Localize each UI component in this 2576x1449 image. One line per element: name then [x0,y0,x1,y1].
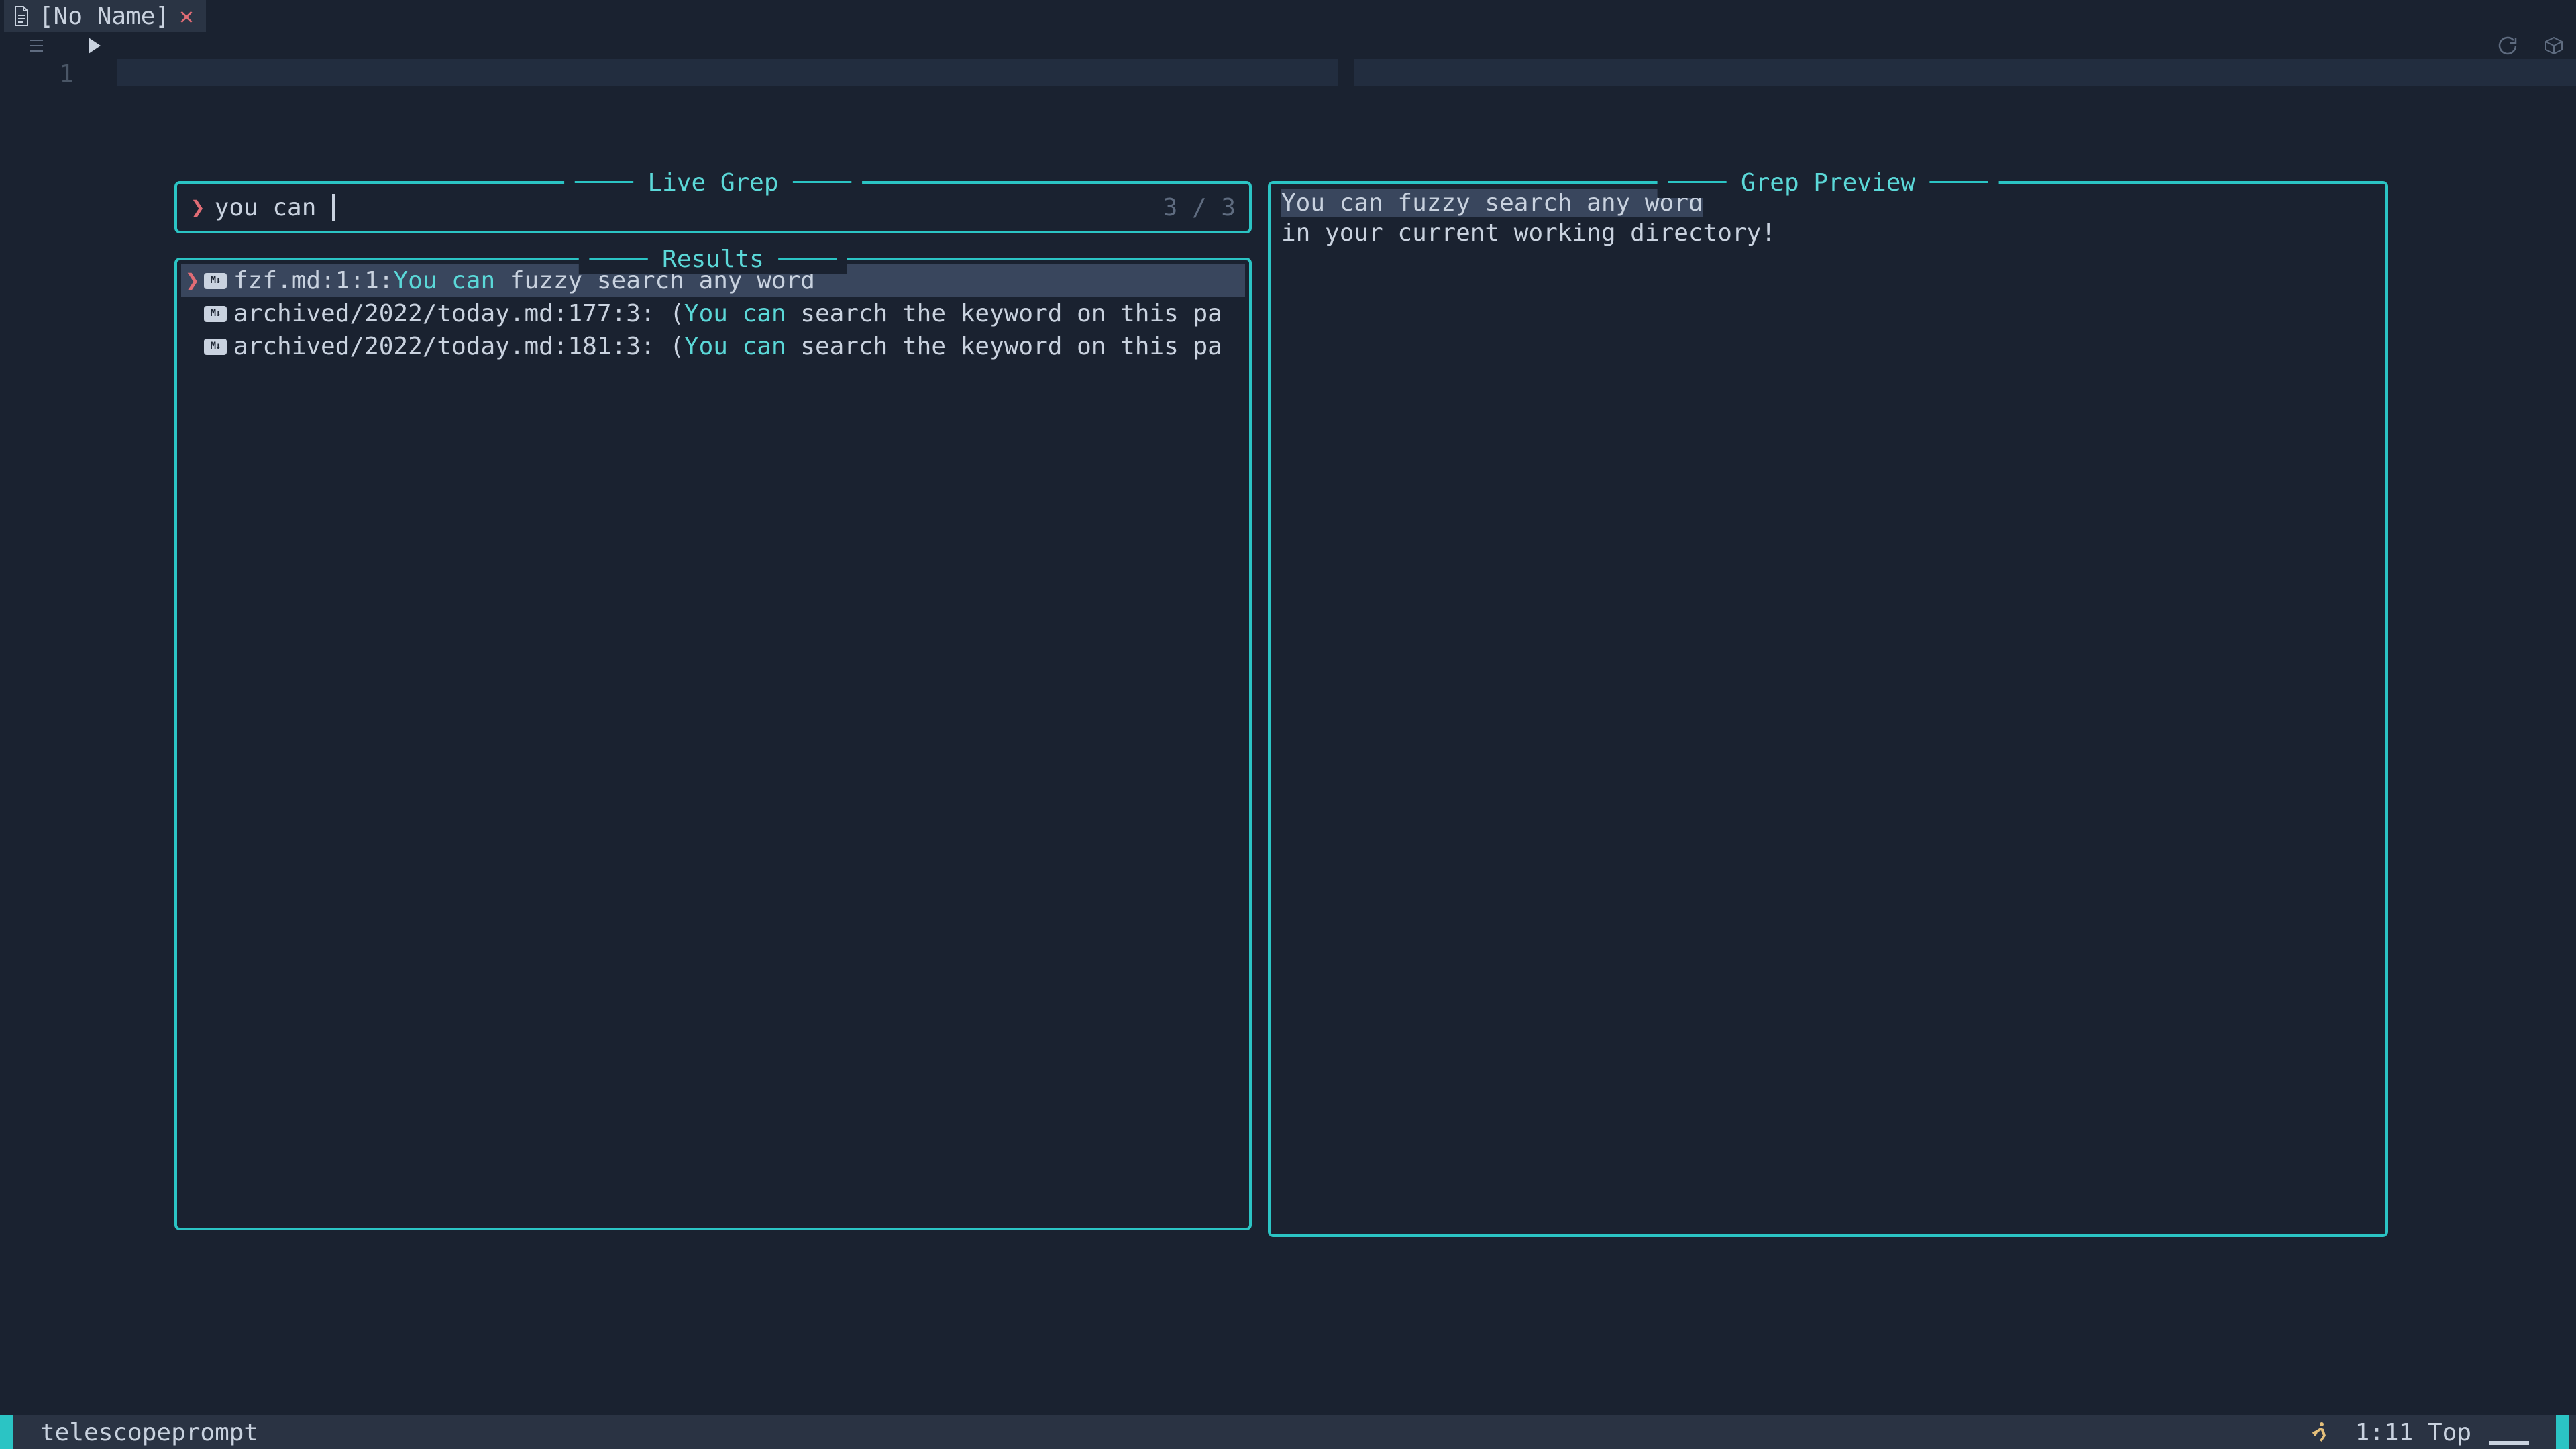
result-path: archived/2022/today.md:181:3: ( [233,331,684,362]
document-icon [13,6,30,26]
buffer-left [117,59,1338,86]
result-path: fzf.md:1:1: [233,266,393,296]
selection-caret-icon [185,299,204,329]
markdown-icon: M↓ [204,339,227,355]
line-number: 1 [0,59,101,86]
live-grep-prompt-panel: ──── Live Grep ──── ❯ you can 3 / 3 [174,181,1252,233]
results-panel: ──── Results ──── ❯M↓fzf.md:1:1:You can … [174,258,1252,1230]
text-cursor [332,194,335,221]
tab-title: [No Name] [39,1,170,32]
mode-text: telescopeprompt [40,1417,258,1448]
buffer-right [1354,59,2576,86]
markdown-icon: M↓ [204,273,227,289]
tab-bar: [No Name] ✕ [0,0,2576,32]
result-count: 3 / 3 [1163,193,1236,223]
result-context: search the keyword on this pa [786,299,1222,329]
refresh-icon[interactable] [2497,36,2517,56]
mode-indicator [0,1415,13,1449]
tab-no-name[interactable]: [No Name] ✕ [4,0,206,32]
result-path: archived/2022/today.md:177:3: ( [233,299,684,329]
result-match: You can [393,266,495,296]
result-row[interactable]: M↓ archived/2022/today.md:177:3: (You can… [181,297,1245,330]
prompt-title: ──── Live Grep ──── [564,168,862,198]
cursor-position: 1:11 Top [2355,1417,2471,1448]
selection-caret-icon: ❯ [185,266,204,296]
preview-title: ──── Grep Preview ──── [1658,168,1999,198]
toolbar [0,32,2576,59]
status-line: telescopeprompt 1:11 Top [0,1415,2576,1449]
play-icon[interactable] [86,36,102,55]
outline-icon[interactable] [27,36,46,55]
preview-panel: ──── Grep Preview ──── You can fuzzy sea… [1268,181,2388,1237]
status-end-block [2556,1415,2569,1449]
close-icon[interactable]: ✕ [179,1,194,32]
telescope: ──── Live Grep ──── ❯ you can 3 / 3 ────… [174,181,2388,1237]
status-decoration [2489,1441,2529,1445]
preview-line: in your current working directory! [1281,218,2375,248]
markdown-icon: M↓ [204,306,227,322]
result-row[interactable]: M↓ archived/2022/today.md:181:3: (You can… [181,330,1245,363]
result-match: You can [684,331,786,362]
buffer-area: 1 [0,59,2576,86]
result-match: You can [684,299,786,329]
selection-caret-icon [185,331,204,362]
prompt-caret-icon: ❯ [191,193,205,223]
results-title: ──── Results ──── [579,244,847,274]
runner-icon [2308,1421,2328,1444]
result-context: search the keyword on this pa [786,331,1222,362]
package-icon[interactable] [2544,36,2564,56]
